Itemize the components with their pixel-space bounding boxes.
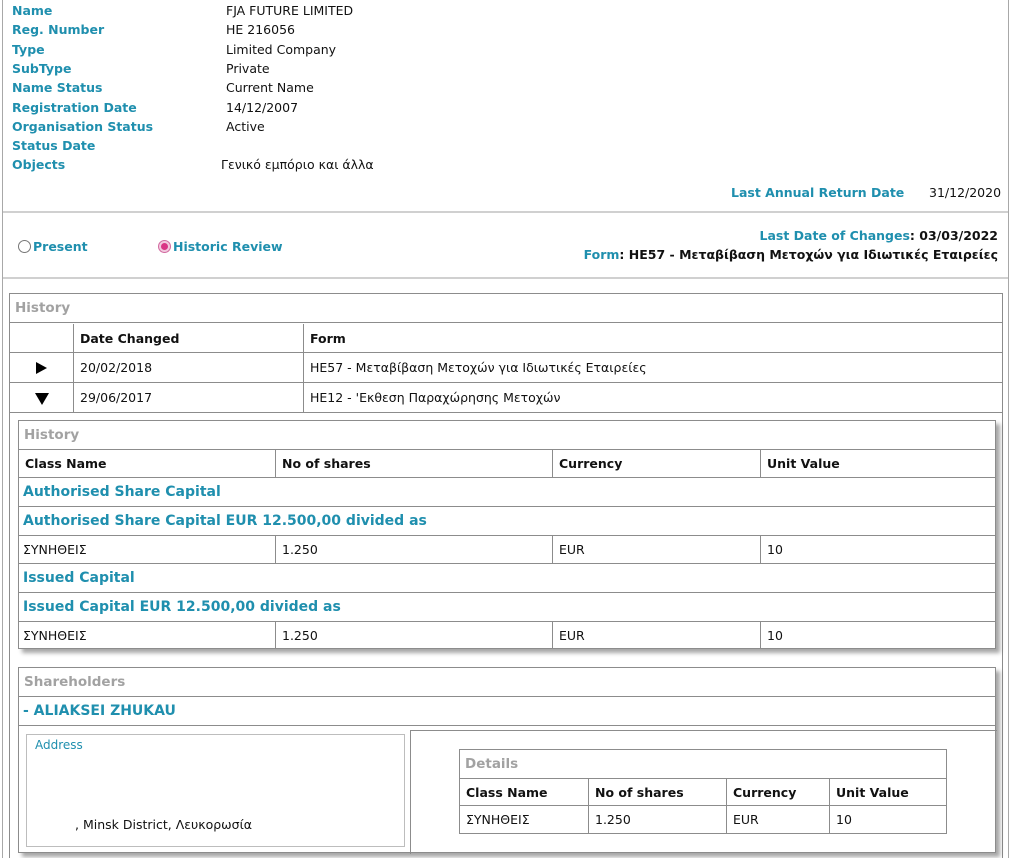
expand-arrow-icon xyxy=(36,362,47,374)
field-label-organisation-status: Organisation Status xyxy=(12,119,154,134)
historic-review-radio-option[interactable]: Historic Review xyxy=(158,238,283,256)
shareholders-panel: Shareholders - ALIAKSEI ZHUKAU Address ,… xyxy=(18,667,997,854)
field-value-reg-number: HE 216056 xyxy=(226,22,295,37)
issued-capital-heading: Issued Capital xyxy=(19,564,995,593)
capital-title: History xyxy=(19,421,995,450)
last-changes-value: 03/03/2022 xyxy=(919,228,998,243)
field-value-objects: Γενικό εμπόριο και άλλα xyxy=(221,157,374,172)
field-value-name: FJA FUTURE LIMITED xyxy=(226,3,354,18)
details-panel: Details Class Name No of shares Currency… xyxy=(459,749,947,834)
address-label: Address xyxy=(35,738,83,752)
last-changes-label: Last Date of Changes xyxy=(759,228,910,243)
unit-value-header: Unit Value xyxy=(830,779,946,806)
field-value-registration-date: 14/12/2007 xyxy=(226,100,299,115)
form-header: Form xyxy=(304,324,1002,353)
date-changed-header: Date Changed xyxy=(74,324,304,353)
no-of-shares-cell: 1.250 xyxy=(276,622,553,649)
field-label-subtype: SubType xyxy=(12,61,72,76)
field-label-type: Type xyxy=(12,42,45,57)
last-annual-return-value: 31/12/2020 xyxy=(929,185,1002,200)
field-label-registration-date: Registration Date xyxy=(12,100,137,115)
address-box: Address , Minsk District, Λευκορωσία xyxy=(26,734,405,847)
field-value-organisation-status: Active xyxy=(226,119,265,134)
unit-value-cell: 10 xyxy=(761,536,995,564)
field-label-objects: Objects xyxy=(12,157,66,172)
present-label: Present xyxy=(33,239,88,254)
authorised-capital-summary: Authorised Share Capital EUR 12.500,00 d… xyxy=(19,507,995,536)
last-form: Form: HE57 - Μεταβίβαση Μετοχών για Ιδιω… xyxy=(583,247,998,262)
field-value-name-status: Current Name xyxy=(226,80,314,95)
unit-value-cell: 10 xyxy=(836,812,852,827)
class-name-header: Class Name xyxy=(19,450,276,478)
field-label-name-status: Name Status xyxy=(12,80,103,95)
divider xyxy=(3,211,1008,213)
capital-panel: History Class Name No of shares Currency… xyxy=(18,420,996,649)
unit-value-header: Unit Value xyxy=(761,450,995,478)
field-value-type: Limited Company xyxy=(226,42,337,57)
history-row-date: 29/06/2017 xyxy=(74,383,304,413)
shareholders-title: Shareholders xyxy=(19,668,995,697)
page-frame: Name FJA FUTURE LIMITED Reg. Number HE 2… xyxy=(2,0,1009,858)
history-row-date: 20/02/2018 xyxy=(74,353,304,383)
class-name-cell: ΣΥΝΗΘΕΙΣ xyxy=(460,806,589,833)
last-annual-return-label: Last Annual Return Date xyxy=(731,185,905,200)
history-title: History xyxy=(10,294,1002,323)
history-row-form: HE12 - 'Εκθεση Παραχώρησης Μετοχών xyxy=(304,383,1002,413)
authorised-capital-heading: Authorised Share Capital xyxy=(19,478,995,507)
currency-cell: EUR xyxy=(727,806,830,833)
column-divider xyxy=(410,730,997,731)
history-row-form: HE57 - Μεταβίβαση Μετοχών για Ιδιωτικές … xyxy=(304,353,1002,383)
divider xyxy=(3,277,1008,279)
no-of-shares-cell: 1.250 xyxy=(276,536,553,564)
present-radio-option[interactable]: Present xyxy=(18,238,88,256)
field-label-name: Name xyxy=(12,3,53,18)
class-name-cell: ΣΥΝΗΘΕΙΣ xyxy=(19,536,276,564)
expand-toggle[interactable] xyxy=(10,353,74,383)
field-value-subtype: Private xyxy=(226,61,270,76)
form-label: Form xyxy=(583,247,620,262)
present-radio[interactable] xyxy=(18,240,31,253)
historic-review-label: Historic Review xyxy=(173,239,283,254)
last-date-of-changes: Last Date of Changes: 03/03/2022 xyxy=(759,228,998,243)
issued-capital-summary: Issued Capital EUR 12.500,00 divided as xyxy=(19,593,995,622)
currency-cell: EUR xyxy=(553,622,761,649)
currency-header: Currency xyxy=(727,779,830,806)
address-value: , Minsk District, Λευκορωσία xyxy=(75,817,253,832)
column-divider xyxy=(410,730,411,854)
historic-review-radio[interactable] xyxy=(158,240,171,253)
class-name-cell: ΣΥΝΗΘΕΙΣ xyxy=(19,622,276,649)
no-of-shares-header: No of shares xyxy=(589,779,727,806)
unit-value-cell: 10 xyxy=(767,628,783,643)
no-of-shares-header: No of shares xyxy=(276,450,553,478)
form-value: HE57 - Μεταβίβαση Μετοχών για Ιδιωτικές … xyxy=(628,247,998,262)
currency-cell: EUR xyxy=(553,536,761,564)
shareholder-name: - ALIAKSEI ZHUKAU xyxy=(19,697,995,726)
class-name-header: Class Name xyxy=(460,779,589,806)
details-title: Details xyxy=(460,750,946,779)
no-of-shares-cell: 1.250 xyxy=(589,806,727,833)
collapse-toggle[interactable] xyxy=(10,383,74,413)
toggle-header xyxy=(10,324,74,353)
currency-header: Currency xyxy=(553,450,761,478)
field-label-status-date: Status Date xyxy=(12,138,96,153)
collapse-arrow-icon xyxy=(35,393,49,405)
field-label-reg-number: Reg. Number xyxy=(12,22,105,37)
